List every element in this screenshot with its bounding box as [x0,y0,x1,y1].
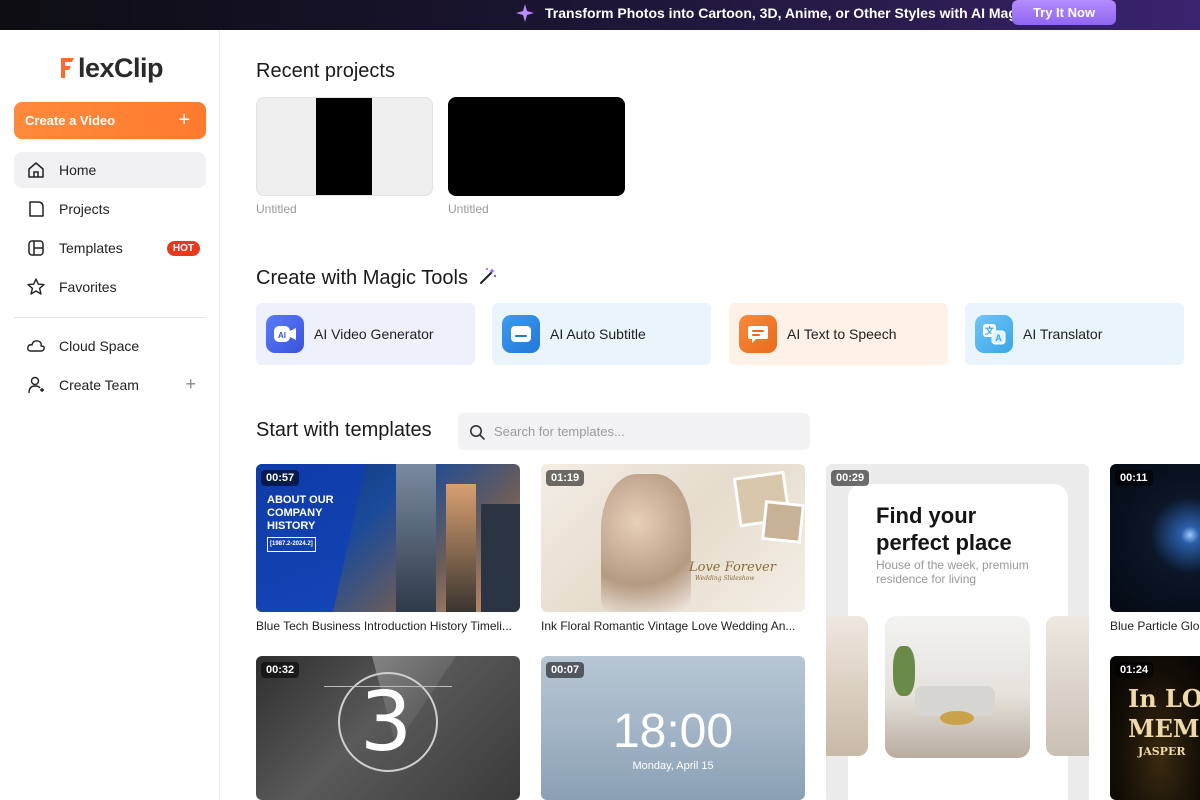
projects-icon [26,199,46,219]
tool-label: AI Translator [1023,326,1103,342]
translate-icon: 文A [975,315,1013,353]
template-card[interactable]: 00:29 Find your perfect place House of t… [826,464,1089,800]
tool-label: AI Video Generator [314,326,434,342]
create-video-button[interactable]: Create a Video + [14,102,206,139]
svg-text:AI: AI [278,331,286,340]
duration-badge: 00:11 [1115,470,1153,486]
template-card[interactable]: 01:19 Love Forever Wedding Slideshow [541,464,805,612]
sidebar-item-label: Templates [59,240,123,256]
sidebar-item-label: Cloud Space [59,338,140,354]
duration-badge: 00:07 [546,662,585,678]
tool-ai-video-generator[interactable]: AI AI Video Generator [256,303,475,365]
project-card[interactable] [256,97,433,196]
logo-f-icon [61,58,74,78]
search-icon [470,424,485,440]
template-card[interactable]: 00:57 ABOUT OUR COMPANY HISTORY [1987.2-… [256,464,520,612]
team-icon [26,375,46,395]
logo-text: lexClip [78,52,164,83]
subtitle-icon [502,315,540,353]
ai-video-icon: AI [266,315,304,353]
template-search[interactable] [458,413,810,450]
sidebar: lexClip Create a Video + Home Projects T… [0,30,220,800]
promo-banner: Transform Photos into Cartoon, 3D, Anime… [0,0,1200,30]
template-card[interactable]: 00:11 [1110,464,1200,612]
star-icon [26,277,46,297]
sidebar-item-home[interactable]: Home [14,152,206,188]
sidebar-item-favorites[interactable]: Favorites [14,269,206,305]
main-content: Recent projects Untitled Untitled Create… [221,30,1200,800]
template-card[interactable]: 00:07 18:00 Monday, April 15 [541,656,805,800]
template-overlay-text: ABOUT OUR COMPANY HISTORY [1987.2-2024.2… [267,494,334,552]
create-video-label: Create a Video [25,113,116,128]
tool-label: AI Auto Subtitle [550,326,646,342]
sidebar-item-label: Create Team [59,377,139,393]
project-title: Untitled [448,202,489,216]
template-overlay-text: Find your perfect place House of the wee… [876,503,1029,586]
template-title: Blue Particle Glo [1110,619,1200,633]
project-thumbnail [316,98,372,195]
duration-badge: 01:19 [546,470,585,486]
add-team-icon[interactable]: + [185,374,196,395]
sidebar-item-cloud-space[interactable]: Cloud Space [14,328,206,364]
template-title: Ink Floral Romantic Vintage Love Wedding… [541,619,796,633]
template-card[interactable]: 01:24 In LOV MEMO JASPER [1110,656,1200,800]
sidebar-item-create-team[interactable]: Create Team + [14,367,206,403]
sidebar-item-label: Home [59,162,97,178]
template-title: Blue Tech Business Introduction History … [256,619,512,633]
duration-badge: 00:32 [261,662,300,678]
flexclip-logo[interactable]: lexClip [58,50,164,86]
speech-bubble-icon [739,315,777,353]
tool-ai-translator[interactable]: 文A AI Translator [965,303,1184,365]
tool-ai-text-to-speech[interactable]: AI Text to Speech [729,303,948,365]
sidebar-item-templates[interactable]: Templates HOT [14,230,206,266]
templates-icon [26,238,46,258]
home-icon [26,160,46,180]
plus-icon: + [178,109,190,131]
tool-label: AI Text to Speech [787,326,897,342]
template-overlay-text: Love Forever Wedding Slideshow [689,560,776,582]
recent-projects-heading: Recent projects [256,60,395,82]
search-input[interactable] [494,424,794,439]
duration-badge: 01:24 [1115,662,1154,678]
template-overlay-text: In LOV MEMO JASPER [1128,684,1200,758]
magic-wand-icon [479,268,496,284]
template-overlay-text: 3 [360,675,413,770]
sidebar-item-label: Favorites [59,279,117,295]
magic-tools-heading: Create with Magic Tools [256,266,498,290]
sidebar-divider [14,317,206,318]
sidebar-item-label: Projects [59,201,110,217]
tool-ai-auto-subtitle[interactable]: AI Auto Subtitle [492,303,711,365]
cloud-icon [26,336,46,356]
duration-badge: 00:29 [831,470,870,486]
project-card[interactable] [448,97,625,196]
template-overlay-text: 18:00 Monday, April 15 [612,705,734,773]
hot-badge: HOT [166,241,200,256]
template-card[interactable]: 00:32 3 [256,656,520,800]
svg-text:A: A [995,333,1002,343]
templates-heading: Start with templates [256,419,432,441]
sparkle-icon [516,4,534,22]
project-title: Untitled [256,202,297,216]
duration-badge: 00:57 [261,470,300,486]
sidebar-item-projects[interactable]: Projects [14,191,206,227]
try-it-now-button[interactable]: Try It Now [1012,0,1116,25]
banner-text: Transform Photos into Cartoon, 3D, Anime… [545,5,1033,21]
